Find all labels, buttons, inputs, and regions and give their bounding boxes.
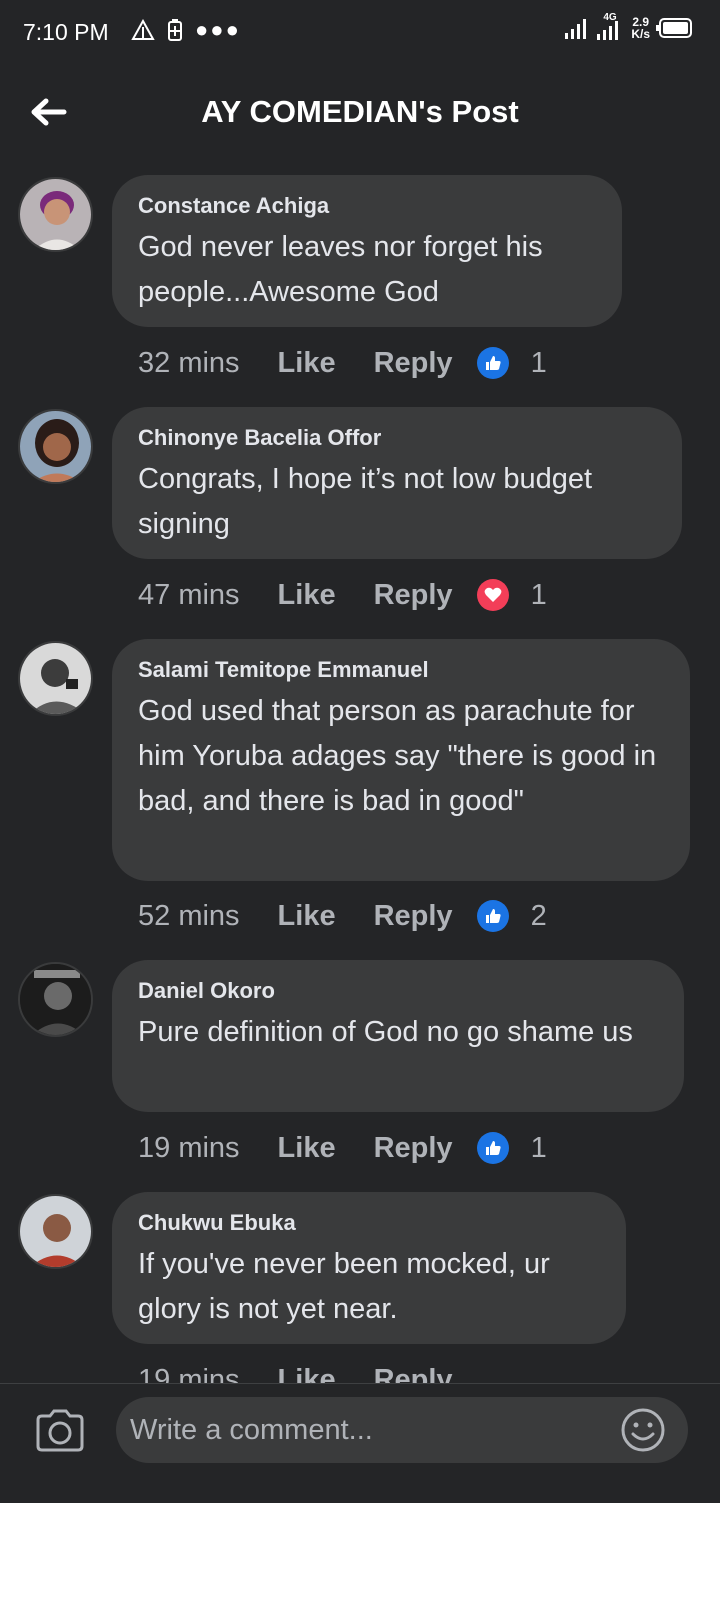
avatar[interactable]: [18, 409, 93, 484]
avatar[interactable]: [18, 177, 93, 252]
nav-triangle-icon: [131, 19, 155, 40]
avatar-image: [20, 964, 91, 1035]
more-notifications-icon: ●●●: [195, 17, 241, 42]
comment-bubble[interactable]: Chukwu Ebuka If you've never been mocked…: [112, 1192, 626, 1344]
battery-saver-icon: [168, 19, 182, 41]
network-speed-unit: K/s: [631, 27, 650, 41]
emoji-icon[interactable]: [620, 1407, 666, 1453]
like-reaction-icon[interactable]: [476, 347, 509, 379]
love-reaction-icon[interactable]: [476, 579, 509, 611]
signal-4g-icon: [597, 21, 619, 40]
comment-author[interactable]: Daniel Okoro: [138, 978, 656, 1004]
like-button[interactable]: Like: [278, 347, 336, 380]
comment-bubble[interactable]: Salami Temitope Emmanuel God used that p…: [112, 639, 690, 881]
comment-author[interactable]: Chukwu Ebuka: [138, 1210, 598, 1236]
battery-icon: [656, 18, 692, 38]
comment-time: 52 mins: [138, 899, 240, 932]
comment-author[interactable]: Constance Achiga: [138, 193, 594, 219]
comment-bubble[interactable]: Daniel Okoro Pure definition of God no g…: [112, 960, 684, 1112]
avatar[interactable]: [18, 962, 93, 1037]
comment-time: 47 mins: [138, 578, 240, 611]
comment-actions: 19 mins Like Reply 1: [138, 1128, 547, 1168]
comment-text: If you've never been mocked, ur glory is…: [138, 1248, 550, 1325]
app-screen: 7:10 PM ●●● 4G 2.9 K/s AY COMEDIAN's Pos…: [0, 0, 720, 1503]
avatar-image: [20, 643, 91, 714]
reaction-count[interactable]: 1: [531, 579, 547, 612]
post-header: AY COMEDIAN's Post: [0, 64, 720, 164]
status-notification-icons: ●●●: [131, 18, 241, 42]
status-time: 7:10 PM: [23, 19, 109, 45]
avatar-image: [20, 411, 91, 482]
like-button[interactable]: Like: [278, 579, 336, 612]
avatar-image: [20, 1196, 91, 1267]
comment-actions: 52 mins Like Reply 2: [138, 896, 547, 936]
comment-text: God used that person as parachute for hi…: [138, 695, 657, 817]
signal-4g-indicator: 4G: [595, 12, 625, 40]
signal-icon: [565, 19, 587, 39]
reply-button[interactable]: Reply: [374, 1132, 453, 1165]
avatar-image: [20, 179, 91, 250]
comment-text: Congrats, I hope it’s not low budget sig…: [138, 463, 593, 540]
like-reaction-icon[interactable]: [476, 900, 509, 932]
reaction-count[interactable]: 1: [531, 1132, 547, 1165]
reply-button[interactable]: Reply: [374, 347, 453, 380]
comment-actions: 47 mins Like Reply 1: [138, 575, 547, 615]
comment-input[interactable]: [116, 1397, 688, 1463]
comment-text: God never leaves nor forget his people..…: [138, 231, 543, 308]
comment-time: 32 mins: [138, 346, 240, 379]
comment-composer: [0, 1383, 720, 1503]
comments-list: Constance Achiga God never leaves nor fo…: [0, 175, 720, 1408]
like-button[interactable]: Like: [278, 900, 336, 933]
reply-button[interactable]: Reply: [374, 579, 453, 612]
comment-time: 19 mins: [138, 1131, 240, 1164]
reaction-count[interactable]: 2: [531, 900, 547, 933]
comment-text: Pure definition of God no go shame us: [138, 1016, 633, 1048]
like-reaction-icon[interactable]: [476, 1132, 509, 1164]
status-bar: 7:10 PM ●●● 4G 2.9 K/s: [0, 0, 720, 64]
network-speed: 2.9 K/s: [631, 16, 650, 40]
avatar[interactable]: [18, 641, 93, 716]
comment-bubble[interactable]: Constance Achiga God never leaves nor fo…: [112, 175, 622, 327]
reaction-count[interactable]: 1: [531, 347, 547, 380]
comment-actions: 32 mins Like Reply 1: [138, 343, 547, 383]
camera-icon[interactable]: [34, 1408, 86, 1454]
comment-bubble[interactable]: Chinonye Bacelia Offor Congrats, I hope …: [112, 407, 682, 559]
page-title: AY COMEDIAN's Post: [201, 94, 519, 129]
status-system-icons: 4G 2.9 K/s: [565, 12, 692, 40]
comment-author[interactable]: Salami Temitope Emmanuel: [138, 657, 662, 683]
avatar[interactable]: [18, 1194, 93, 1269]
like-button[interactable]: Like: [278, 1132, 336, 1165]
comment-author[interactable]: Chinonye Bacelia Offor: [138, 425, 654, 451]
reply-button[interactable]: Reply: [374, 900, 453, 933]
